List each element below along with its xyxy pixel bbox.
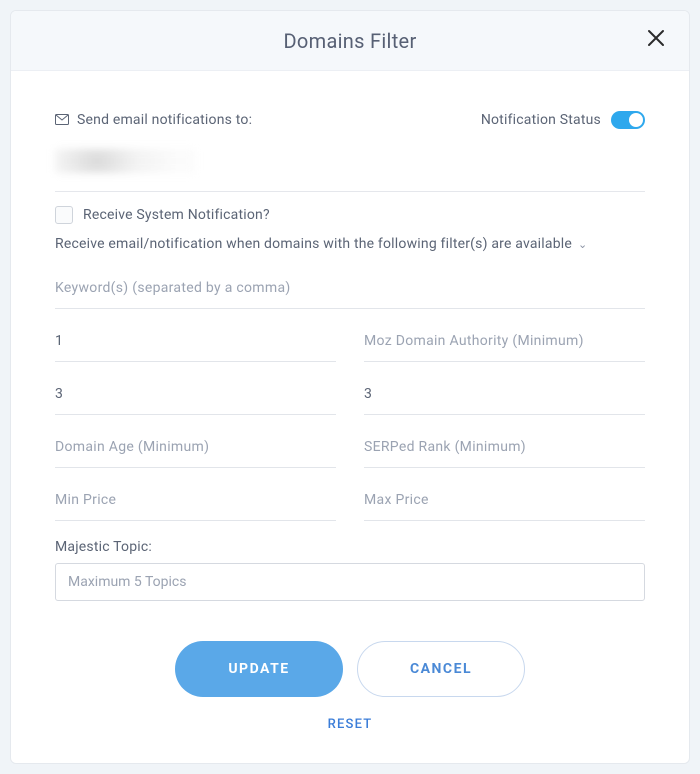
close-icon (647, 29, 665, 47)
max-price-input[interactable] (364, 482, 645, 521)
cancel-button[interactable]: CANCEL (357, 641, 525, 697)
moz-da-input[interactable] (364, 323, 645, 362)
notification-toggle[interactable] (611, 111, 645, 129)
system-notification-row: Receive System Notification? (55, 206, 645, 236)
domains-filter-modal: Domains Filter Send email notifications … (10, 10, 690, 764)
close-button[interactable] (647, 29, 665, 51)
notification-status-label: Notification Status (481, 112, 601, 128)
email-label-text: Send email notifications to: (77, 112, 252, 128)
notification-status: Notification Status (481, 111, 645, 129)
filter-description-text: Receive email/notification when domains … (55, 236, 572, 252)
field-b-input[interactable] (55, 376, 336, 415)
field-a-input[interactable] (55, 323, 336, 362)
modal-header: Domains Filter (11, 11, 689, 71)
modal-title: Domains Filter (283, 29, 416, 53)
system-notification-label: Receive System Notification? (83, 207, 270, 223)
modal-body: Send email notifications to: Notificatio… (11, 71, 689, 732)
email-value-redacted (55, 149, 195, 173)
email-notification-label: Send email notifications to: (55, 112, 252, 128)
update-button[interactable]: UPDATE (175, 641, 343, 697)
notification-row: Send email notifications to: Notificatio… (55, 111, 645, 129)
button-row: UPDATE CANCEL (55, 641, 645, 697)
field-c-input[interactable] (364, 376, 645, 415)
min-price-input[interactable] (55, 482, 336, 521)
keywords-input[interactable] (55, 270, 645, 309)
system-notification-checkbox[interactable] (55, 206, 73, 224)
envelope-icon (55, 114, 69, 126)
filter-description-row[interactable]: Receive email/notification when domains … (55, 236, 645, 270)
chevron-down-icon: ⌄ (578, 238, 587, 251)
domain-age-input[interactable] (55, 429, 336, 468)
majestic-topic-input[interactable] (55, 563, 645, 601)
divider (55, 191, 645, 192)
reset-link[interactable]: RESET (55, 717, 645, 732)
majestic-topic-label: Majestic Topic: (55, 539, 645, 555)
serped-rank-input[interactable] (364, 429, 645, 468)
